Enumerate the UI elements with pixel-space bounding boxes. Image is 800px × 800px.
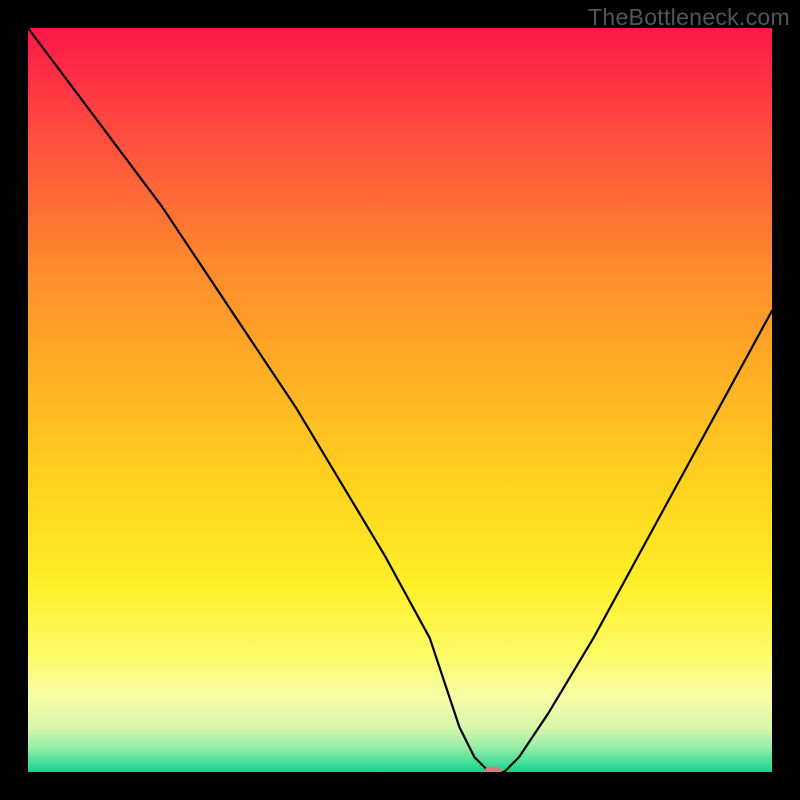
bottleneck-chart	[28, 28, 772, 772]
optimal-point-marker	[484, 767, 502, 772]
chart-container	[28, 28, 772, 772]
watermark-text: TheBottleneck.com	[588, 4, 790, 31]
chart-background	[28, 28, 772, 772]
